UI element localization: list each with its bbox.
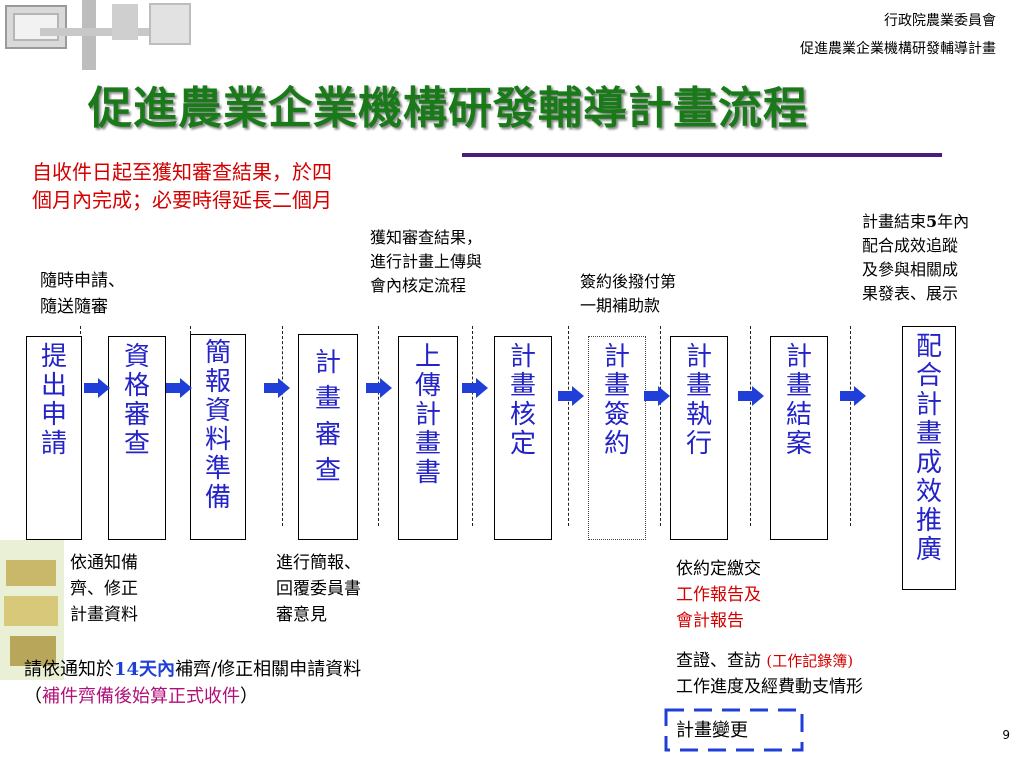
report-note: 依約定繳交 工作報告及 會計報告 [676, 556, 761, 634]
step-label: 計畫結案 [785, 342, 812, 459]
step-label: 計畫執行 [685, 342, 712, 459]
guide-line [750, 326, 751, 526]
supplement-footnote: 請依通知於14天內補齊/修正相關申請資料 （補件齊備後始算正式收件） [24, 656, 361, 710]
step-box-qualification: 資格審查 [108, 336, 166, 540]
page-title: 促進農業企業機構研發輔導計畫流程 [88, 83, 808, 134]
supplement-note-line1: 依通知備 [70, 553, 138, 573]
arrow-icon [644, 386, 670, 406]
guide-line [282, 326, 283, 526]
step-label: 計畫核定 [509, 342, 536, 459]
arrow-icon [558, 386, 584, 406]
followup-note-line3: 及參與相關成 [862, 260, 959, 279]
step-label: 上傳計畫書 [414, 342, 441, 488]
guide-line [568, 326, 569, 526]
arrow-icon [462, 378, 488, 398]
step-label: 計畫簽約 [603, 342, 630, 459]
step-label: 資格審查 [123, 342, 150, 459]
plan-change-label: 計畫變更 [676, 720, 748, 741]
step-box-approval: 計畫核定 [494, 336, 552, 540]
step-label: 計畫審查 [314, 348, 341, 486]
payment-note: 簽約後撥付第 一期補助款 [580, 270, 676, 318]
review-result-note-line3: 會內核定流程 [370, 276, 467, 295]
guide-line [850, 326, 851, 526]
report-note-line3: 會計報告 [676, 611, 744, 631]
audit-note-line2: 工作進度及經費動支情形 [676, 677, 863, 697]
followup-note-line2: 配合成效追蹤 [862, 236, 959, 255]
guide-line [378, 326, 379, 526]
supplement-note-line2: 齊、修正 [70, 579, 138, 599]
step-box-closure: 計畫結案 [770, 336, 828, 540]
report-note-line2: 工作報告及 [676, 585, 761, 605]
step-box-review: 計畫審查 [298, 334, 358, 540]
timeline-note: 自收件日起至獲知審查結果，於四 個月內完成；必要時得延長二個月 [32, 158, 332, 214]
arrow-icon [738, 386, 764, 406]
report-note-line1: 依約定繳交 [676, 559, 761, 579]
followup-note-line1: 計畫結束5年內 [862, 212, 970, 231]
supplement-note-line3: 計畫資料 [70, 605, 138, 625]
header-logo-graphic [5, 0, 191, 70]
page-number: 9 [1002, 728, 1010, 742]
audit-note-line1: 查證、查訪 (工作記錄簿) [676, 651, 854, 671]
review-result-note-line2: 進行計畫上傳與 [370, 252, 483, 271]
arrow-icon [166, 378, 192, 398]
step-box-execution: 計畫執行 [670, 336, 728, 540]
briefing-note-line1: 進行簡報、 [276, 553, 361, 573]
step-box-briefing-prep: 簡報資料準備 [190, 334, 246, 540]
timeline-note-line1: 自收件日起至獲知審查結果，於四 [32, 160, 332, 184]
arrow-icon [840, 386, 866, 406]
step-box-apply: 提出申請 [26, 336, 82, 540]
step-label: 配合計畫成效推廣 [915, 332, 942, 565]
arrow-icon [366, 378, 392, 398]
apply-note-line2: 隨送隨審 [40, 297, 108, 317]
briefing-note-line3: 審意見 [276, 605, 327, 625]
briefing-note-line2: 回覆委員書 [276, 579, 361, 599]
program-name: 促進農業企業機構研發輔導計畫 [800, 41, 996, 57]
followup-note: 計畫結束5年內 配合成效追蹤 及參與相關成 果發表、展示 [862, 210, 969, 306]
step-box-contract: 計畫簽約 [588, 336, 646, 540]
timeline-note-line2: 個月內完成；必要時得延長二個月 [32, 188, 332, 212]
footnote-line2: （補件齊備後始算正式收件） [24, 686, 258, 707]
step-box-upload: 上傳計畫書 [398, 336, 458, 540]
org-name: 行政院農業委員會 [884, 13, 996, 29]
step-label: 簡報資料準備 [204, 338, 231, 513]
step-box-promotion: 配合計畫成效推廣 [902, 326, 956, 590]
apply-note: 隨時申請、 隨送隨審 [40, 268, 125, 320]
apply-note-line1: 隨時申請、 [40, 271, 125, 291]
guide-line [472, 326, 473, 526]
followup-note-line4: 果發表、展示 [862, 284, 959, 303]
arrow-icon [84, 378, 110, 398]
audit-note: 查證、查訪 (工作記錄簿) 工作進度及經費動支情形 [676, 648, 863, 700]
review-result-note: 獲知審查結果， 進行計畫上傳與 會內核定流程 [370, 226, 482, 298]
guide-line [660, 326, 661, 526]
payment-note-line2: 一期補助款 [580, 296, 661, 315]
review-result-note-line1: 獲知審查結果， [370, 228, 483, 247]
briefing-note: 進行簡報、 回覆委員書 審意見 [276, 550, 361, 628]
arrow-icon [264, 378, 290, 398]
title-underline [462, 153, 942, 157]
payment-note-line1: 簽約後撥付第 [580, 272, 677, 291]
supplement-note: 依通知備 齊、修正 計畫資料 [70, 550, 138, 628]
footnote-line1: 請依通知於14天內補齊/修正相關申請資料 [24, 659, 362, 680]
plan-change-button[interactable]: 計畫變更 [664, 708, 804, 752]
step-label: 提出申請 [40, 342, 67, 459]
